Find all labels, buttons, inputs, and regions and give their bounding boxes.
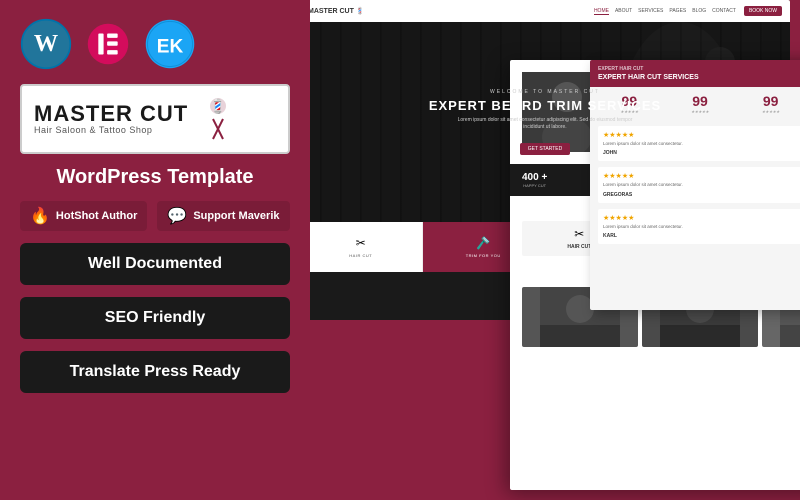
review-item-3: ★★★★★ Lorem ipsum dolor sit amet consect… bbox=[598, 209, 800, 244]
stat-label-1: HAPPY CUT bbox=[522, 183, 547, 188]
preview-container: MASTER CUT 💈 HOME ABOUT SERVICES PAGES B… bbox=[310, 0, 800, 500]
review-score-label-2: ★★★★★ bbox=[667, 109, 734, 114]
main-container: W EK MASTER CUT Hair Saloon & Tattoo Sh bbox=[0, 0, 800, 500]
feature-seo-friendly: SEO Friendly bbox=[20, 297, 290, 339]
barber-icon: 💈 bbox=[198, 94, 238, 144]
review-stars-3: ★★★★★ bbox=[603, 214, 797, 222]
review-score-2: 99 bbox=[667, 93, 734, 109]
hero-content: WELCOME TO MASTER CUT EXPERT BEARD TRIM … bbox=[429, 89, 661, 155]
nav-pages: PAGES bbox=[669, 8, 686, 15]
svg-text:W: W bbox=[34, 30, 58, 57]
review-author-2: GREGORAS bbox=[603, 192, 797, 198]
brand-box: MASTER CUT Hair Saloon & Tattoo Shop 💈 bbox=[20, 84, 290, 154]
preview-nav-links: HOME ABOUT SERVICES PAGES BLOG CONTACT bbox=[594, 8, 736, 15]
review-text-3: Lorem ipsum dolor sit amet consectetur. bbox=[603, 224, 797, 230]
hero-subtitle: Lorem ipsum dolor sit amet consectetur a… bbox=[455, 117, 635, 131]
fire-icon: 🔥 bbox=[30, 206, 50, 226]
elementor-icon bbox=[86, 22, 130, 66]
brand-sub: Hair Saloon & Tattoo Shop bbox=[34, 125, 188, 135]
chat-icon: 💬 bbox=[167, 206, 187, 226]
service-haircut: ✂ HAIR CUT bbox=[310, 222, 423, 272]
review-col-3: 99 ★★★★★ bbox=[737, 93, 800, 114]
stat-happy-cut: 400 + HAPPY CUT bbox=[522, 172, 547, 188]
haircut-icon: ✂ bbox=[356, 236, 366, 250]
reviews-header: EXPERT HAIR CUT EXPERT HAIR CUT SERVICES bbox=[590, 60, 800, 87]
review-item-2: ★★★★★ Lorem ipsum dolor sit amet consect… bbox=[598, 167, 800, 202]
preview-logo: MASTER CUT 💈 bbox=[310, 7, 365, 15]
feature-well-documented: Well Documented bbox=[20, 243, 290, 285]
plugin-icons-row: W EK bbox=[20, 18, 290, 70]
nav-home: HOME bbox=[594, 8, 609, 15]
hero-title: EXPERT BEARD TRIM SERVICES bbox=[429, 98, 661, 113]
feature-translate-press: Translate Press Ready bbox=[20, 351, 290, 393]
brand-logo-text: MASTER CUT Hair Saloon & Tattoo Shop bbox=[34, 103, 188, 135]
left-panel: W EK MASTER CUT Hair Saloon & Tattoo Sh bbox=[0, 0, 310, 500]
nav-about: ABOUT bbox=[615, 8, 632, 15]
trim-icon: 🪒 bbox=[476, 236, 491, 250]
nav-contact: CONTACT bbox=[712, 8, 736, 15]
review-score-3: 99 bbox=[737, 93, 800, 109]
template-label: WordPress Template bbox=[20, 166, 290, 189]
svg-text:EK: EK bbox=[157, 37, 184, 58]
support-label: Support Maverik bbox=[193, 210, 279, 222]
hero-cta: GET STARTED bbox=[520, 143, 570, 155]
haircut-label: HAIR CUT bbox=[349, 253, 372, 258]
review-col-2: 99 ★★★★★ bbox=[667, 93, 734, 114]
brand-name: MASTER CUT bbox=[34, 103, 188, 125]
hotshot-badge: 🔥 HotShot Author bbox=[20, 201, 147, 231]
hero-eyebrow: WELCOME TO MASTER CUT bbox=[429, 89, 661, 95]
review-score-label-3: ★★★★★ bbox=[737, 109, 800, 114]
hotshot-label: HotShot Author bbox=[56, 210, 137, 222]
wordpress-icon: W bbox=[20, 18, 72, 70]
nav-services: SERVICES bbox=[638, 8, 663, 15]
support-badge: 💬 Support Maverik bbox=[157, 201, 289, 231]
ek-icon: EK bbox=[144, 18, 196, 70]
preview-book-btn: BOOK NOW bbox=[744, 6, 782, 16]
svg-text:💈: 💈 bbox=[210, 98, 227, 115]
reviews-eyebrow: EXPERT HAIR CUT bbox=[598, 66, 800, 72]
trim-label: TRIM FOR YOU bbox=[466, 253, 501, 258]
badges-row: 🔥 HotShot Author 💬 Support Maverik bbox=[20, 201, 290, 231]
review-author-3: KARL bbox=[603, 233, 797, 239]
reviews-title: EXPERT HAIR CUT SERVICES bbox=[598, 74, 800, 81]
review-stars-2: ★★★★★ bbox=[603, 172, 797, 180]
nav-blog: BLOG bbox=[692, 8, 706, 15]
stat-number-1: 400 + bbox=[522, 172, 547, 183]
right-panel: MASTER CUT 💈 HOME ABOUT SERVICES PAGES B… bbox=[310, 0, 800, 500]
preview-nav: MASTER CUT 💈 HOME ABOUT SERVICES PAGES B… bbox=[310, 0, 790, 22]
review-text-2: Lorem ipsum dolor sit amet consectetur. bbox=[603, 182, 797, 188]
